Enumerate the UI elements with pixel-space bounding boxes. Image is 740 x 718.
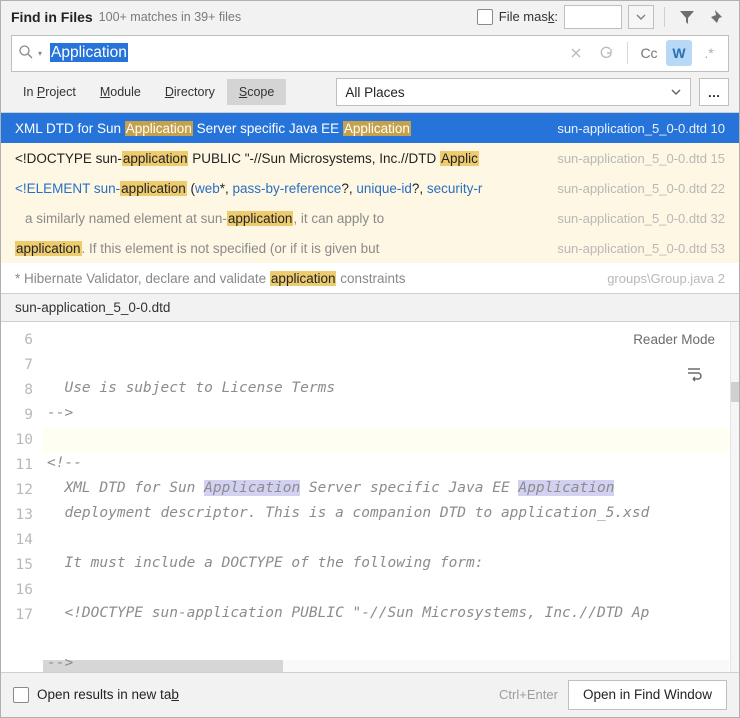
- result-location: sun-application_5_0-0.dtd 53: [557, 241, 725, 256]
- result-location: sun-application_5_0-0.dtd 15: [557, 151, 725, 166]
- tab-scope[interactable]: Scope: [227, 79, 286, 105]
- scope-combo[interactable]: All Places: [336, 78, 691, 106]
- open-in-find-window-button[interactable]: Open in Find Window: [568, 680, 727, 710]
- tab-module[interactable]: Module: [88, 79, 153, 105]
- regex-toggle[interactable]: .*: [696, 40, 722, 66]
- dialog-title: Find in Files: [11, 9, 93, 25]
- dialog-footer: Open results in new tab Ctrl+Enter Open …: [1, 672, 739, 717]
- file-mask-dropdown[interactable]: [628, 5, 654, 29]
- scope-tabs-row: In Project Module Directory Scope All Pl…: [1, 78, 739, 112]
- open-in-new-tab-checkbox[interactable]: [13, 687, 29, 703]
- search-bar: ▾ Application Cc W .*: [11, 35, 729, 73]
- file-mask-input[interactable]: [564, 5, 622, 29]
- results-list: XML DTD for Sun Application Server speci…: [1, 112, 739, 294]
- file-mask-checkbox[interactable]: [477, 9, 493, 25]
- find-in-files-dialog: Find in Files 100+ matches in 39+ files …: [0, 0, 740, 718]
- open-in-new-tab-label[interactable]: Open results in new tab: [13, 687, 179, 703]
- history-dropdown-icon[interactable]: ▾: [38, 49, 42, 58]
- result-location: sun-application_5_0-0.dtd 22: [557, 181, 725, 196]
- file-mask-label[interactable]: File mask:: [477, 9, 558, 25]
- chevron-down-icon: [670, 86, 682, 98]
- search-icon: [18, 44, 36, 62]
- preview-gutter: 67891011121314151617: [1, 322, 43, 672]
- tab-project[interactable]: In Project: [11, 79, 88, 105]
- result-location: groups\Group.java 2: [607, 271, 725, 286]
- clear-icon[interactable]: [563, 40, 589, 66]
- filter-icon[interactable]: [675, 5, 699, 29]
- result-location: sun-application_5_0-0.dtd 32: [557, 211, 725, 226]
- search-input[interactable]: Application: [50, 44, 559, 62]
- result-location: sun-application_5_0-0.dtd 10: [557, 121, 725, 136]
- match-summary: 100+ matches in 39+ files: [99, 10, 241, 24]
- whole-word-toggle[interactable]: W: [666, 40, 692, 66]
- match-case-toggle[interactable]: Cc: [636, 40, 662, 66]
- preview-file-label: sun-application_5_0-0.dtd: [1, 294, 739, 322]
- shortcut-hint: Ctrl+Enter: [499, 687, 558, 702]
- scope-more-button[interactable]: …: [699, 78, 729, 106]
- dialog-header: Find in Files 100+ matches in 39+ files …: [1, 1, 739, 33]
- result-row[interactable]: <!DOCTYPE sun-application PUBLIC "-//Sun…: [1, 143, 739, 173]
- reload-icon[interactable]: [593, 40, 619, 66]
- preview-code[interactable]: Use is subject to License Terms--><!-- X…: [43, 322, 739, 672]
- preview-pane: 67891011121314151617 Use is subject to L…: [1, 322, 739, 672]
- result-row[interactable]: application. If this element is not spec…: [1, 233, 739, 263]
- scope-combo-value: All Places: [345, 85, 404, 100]
- tab-directory[interactable]: Directory: [153, 79, 227, 105]
- result-row[interactable]: XML DTD for Sun Application Server speci…: [1, 113, 739, 143]
- result-row[interactable]: <!ELEMENT sun-application (web*, pass-by…: [1, 173, 739, 203]
- pin-icon[interactable]: [705, 5, 729, 29]
- result-row[interactable]: * Hibernate Validator, declare and valid…: [1, 263, 739, 293]
- reader-mode-label[interactable]: Reader Mode: [633, 332, 715, 347]
- result-row[interactable]: a similarly named element at sun-applica…: [1, 203, 739, 233]
